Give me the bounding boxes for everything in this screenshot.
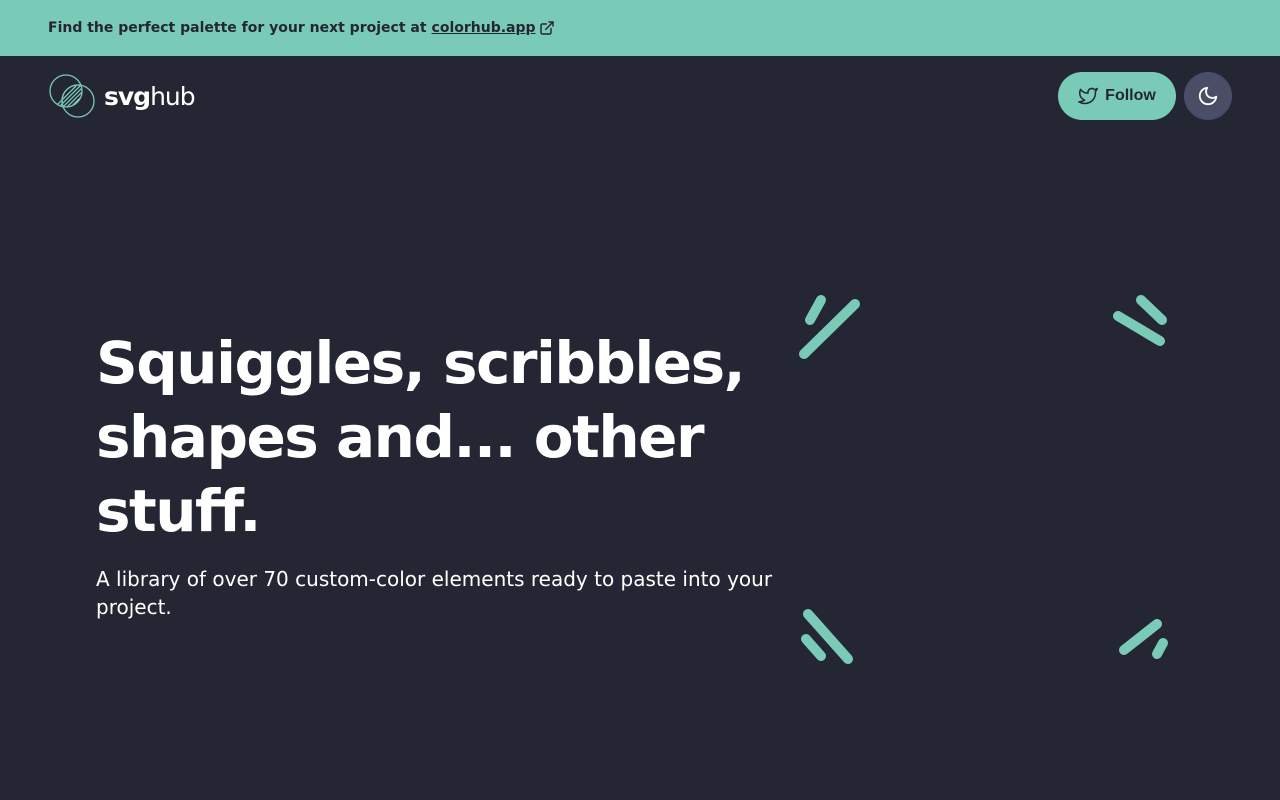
bottom-left-marks: [801, 609, 853, 664]
svghub-logo-icon: [49, 74, 95, 118]
external-link-icon: [539, 21, 554, 35]
hero-title: Squiggles, scribbles, shapes and... othe…: [96, 329, 746, 545]
theme-toggle-button[interactable]: [1184, 72, 1232, 120]
svghub-logo[interactable]: svghub: [48, 72, 196, 120]
follow-label: Follow: [1105, 87, 1156, 104]
logo-wordmark: svghub: [104, 81, 196, 111]
hero-subtitle: A library of over 70 custom-color elemen…: [96, 567, 773, 619]
logo-word-light: hub: [150, 81, 196, 111]
logo-word-bold: svg: [104, 81, 151, 111]
top-left-marks: [799, 295, 860, 359]
decorative-marks-illustration: [799, 295, 1168, 664]
colorhub-link-label: colorhub.app: [431, 20, 536, 36]
promo-banner: Find the perfect palette for your next p…: [0, 0, 1280, 56]
twitter-bird-icon: [1078, 87, 1099, 105]
top-right-marks: [1113, 295, 1167, 346]
banner-text: Find the perfect palette for your next p…: [48, 20, 427, 36]
follow-button[interactable]: Follow: [1058, 72, 1176, 120]
moon-icon: [1198, 86, 1218, 106]
bottom-right-marks: [1119, 619, 1168, 659]
colorhub-link[interactable]: colorhub.app: [432, 20, 555, 36]
